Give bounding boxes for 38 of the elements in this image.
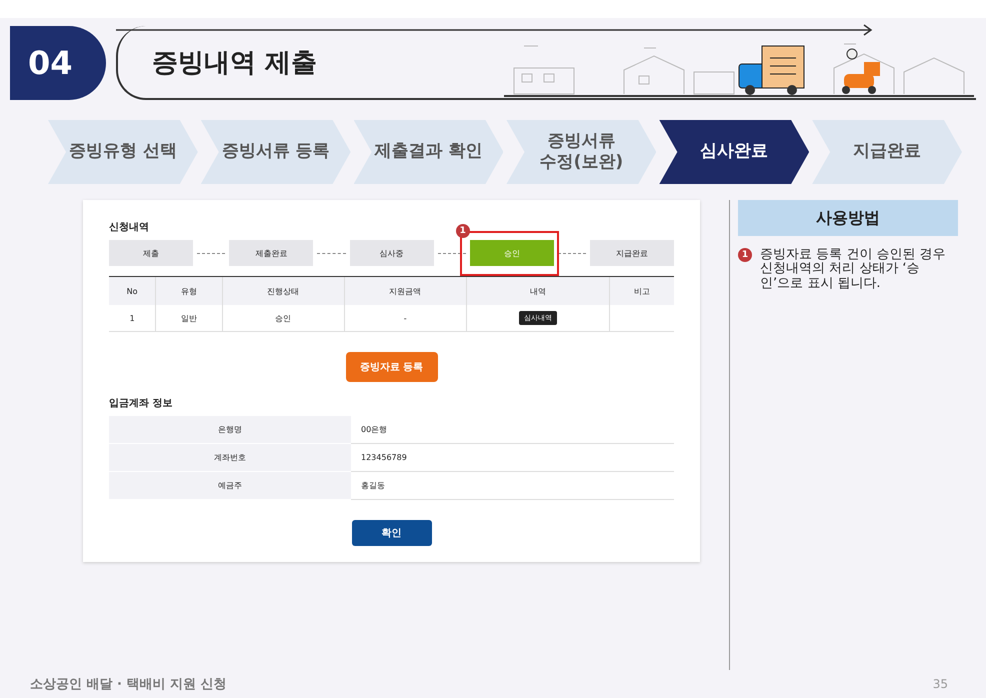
column-header: No — [109, 276, 156, 305]
callout-number: 1 — [456, 224, 470, 238]
guide-text: 증빙자료 등록 건이 승인된 경우 신청내역의 처리 상태가 ‘승인’으로 표시 됩니다. — [760, 248, 947, 291]
process-step: 증빙서류 수정(보완) — [506, 120, 656, 184]
status-chip: 심사중 — [350, 240, 434, 266]
status-chip: 제출 — [109, 240, 193, 266]
field-value: 00은행 — [351, 416, 674, 444]
guide-title: 사용방법 — [738, 200, 958, 236]
status-chip: 제출완료 — [229, 240, 314, 266]
column-header: 지원금액 — [344, 276, 466, 305]
section-heading: 입금계좌 정보 — [109, 397, 172, 410]
process-step: 증빙유형 선택 — [48, 120, 198, 184]
process-step: 심사완료 — [659, 120, 810, 184]
confirm-button[interactable]: 확인 — [352, 520, 432, 546]
callout-number: 1 — [738, 248, 752, 262]
field-value: 123456789 — [351, 444, 674, 472]
column-header: 진행상태 — [222, 276, 344, 305]
section-number: 04 — [10, 26, 106, 100]
field-label: 계좌번호 — [109, 444, 351, 472]
field-value: 홍길동 — [351, 472, 674, 500]
page-title: 증빙내역 제출 — [151, 46, 318, 80]
process-step: 지급완료 — [812, 120, 962, 184]
table-cell: 일반 — [156, 305, 222, 332]
page-number: 35 — [932, 677, 948, 691]
field-label: 예금주 — [109, 472, 351, 500]
process-step: 제출결과 확인 — [354, 120, 504, 184]
process-step: 증빙서류 등록 — [200, 120, 351, 184]
status-chip: 지급완료 — [590, 240, 674, 266]
table-cell: 1 — [109, 305, 156, 332]
footer-title: 소상공인 배달 · 택배비 지원 신청 — [30, 676, 227, 693]
section-heading: 신청내역 — [109, 221, 149, 234]
column-header: 내역 — [466, 276, 610, 305]
table-cell: - — [344, 305, 466, 332]
column-header: 비고 — [609, 276, 674, 305]
status-chip: 승인 — [470, 240, 554, 266]
column-header: 유형 — [156, 276, 222, 305]
field-label: 은행명 — [109, 416, 351, 444]
table-cell: 승인 — [222, 305, 344, 332]
